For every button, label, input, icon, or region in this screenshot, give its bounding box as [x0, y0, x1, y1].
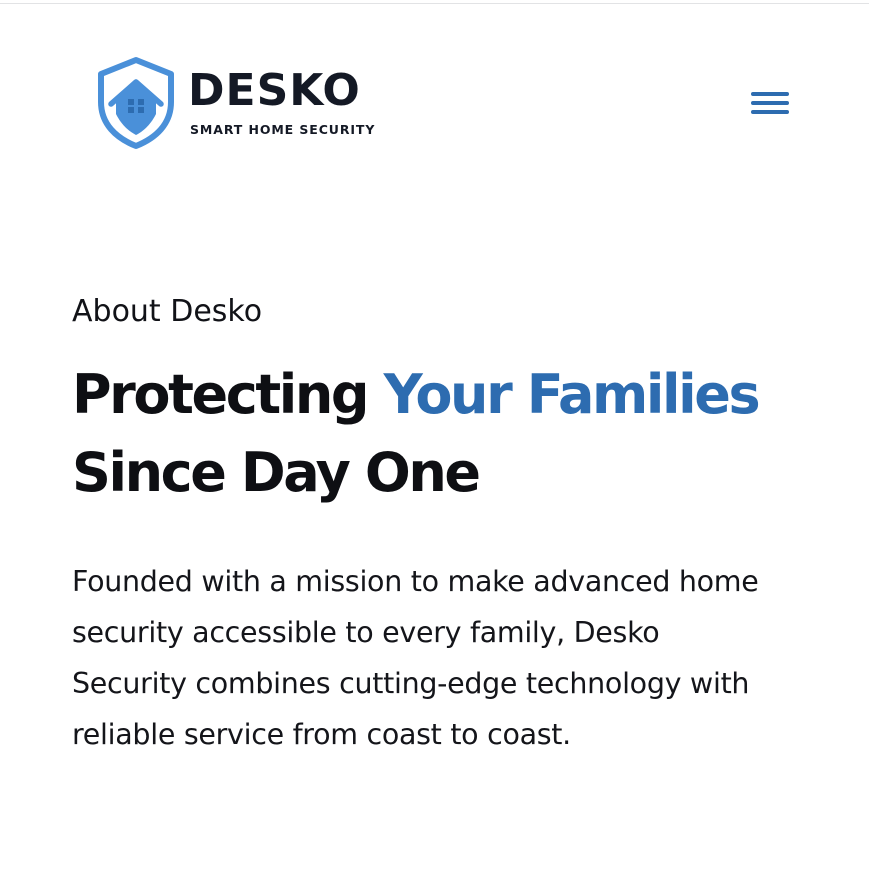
headline-line-1: Protecting Your Families	[72, 356, 812, 434]
headline-line-2: Since Day One	[72, 441, 481, 504]
about-description: Founded with a mission to make advanced …	[72, 556, 812, 760]
logo-wordmark: DESKO	[188, 65, 361, 116]
site-header: DESKO SMART HOME SECURITY	[0, 0, 869, 170]
hamburger-menu-icon[interactable]	[746, 86, 794, 124]
shield-house-icon	[98, 57, 174, 149]
page-title: Protecting Your Families Since Day One	[72, 356, 812, 512]
headline-text: Protecting	[72, 363, 384, 426]
description-line: Security combines cutting-edge technolog…	[72, 667, 750, 700]
section-eyebrow: About Desko	[72, 294, 263, 329]
headline-accent: Your Families	[383, 363, 761, 426]
logo-link[interactable]: DESKO SMART HOME SECURITY	[96, 56, 396, 152]
menu-bar-bottom	[751, 110, 789, 114]
description-line: Founded with a mission to make advanced …	[72, 565, 759, 598]
logo-tagline: SMART HOME SECURITY	[190, 122, 376, 137]
menu-bar-top	[751, 92, 789, 96]
description-line: security accessible to every family, Des…	[72, 616, 660, 649]
menu-bar-middle	[751, 101, 789, 105]
description-line: reliable service from coast to coast.	[72, 718, 571, 751]
